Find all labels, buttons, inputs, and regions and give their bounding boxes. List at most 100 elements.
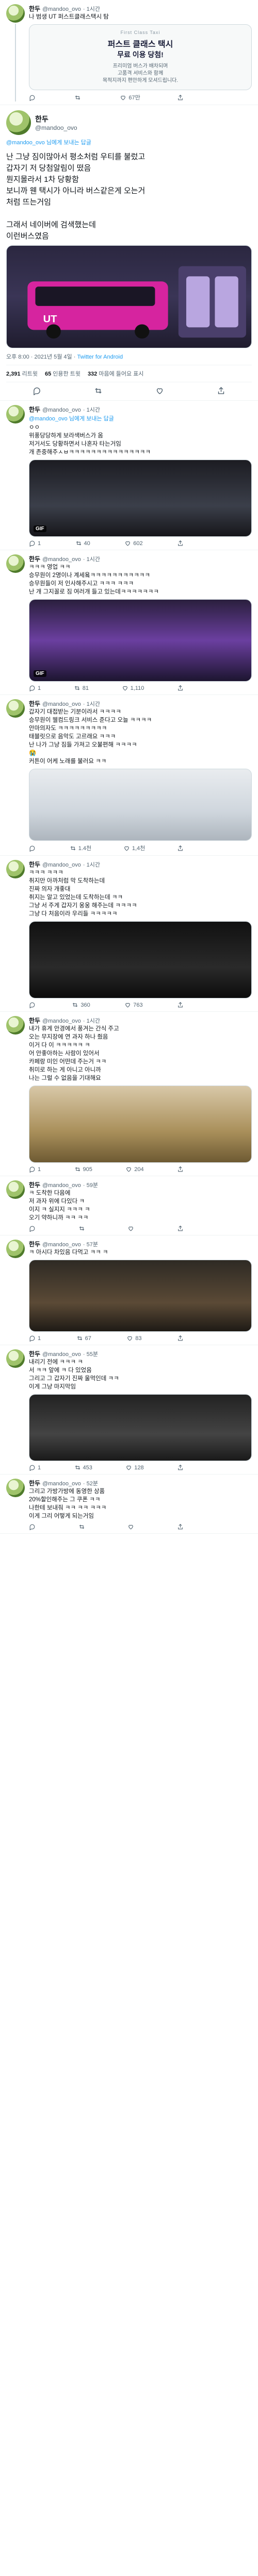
reply-to[interactable]: @mandoo_ovo 님에게 보내는 답글 bbox=[6, 138, 252, 146]
avatar[interactable] bbox=[6, 1180, 25, 1199]
handle[interactable]: @mandoo_ovo bbox=[42, 862, 81, 868]
handle[interactable]: @mandoo_ovo bbox=[42, 6, 81, 12]
reply-button[interactable]: 1 bbox=[29, 1166, 41, 1173]
reply-tweet[interactable]: 한두 @mandoo_ovo · 55분 내리기 전에 ㅋㅋㅋ ㅋ 서 ㅋㅋ 앞… bbox=[0, 1345, 258, 1475]
reply-tweet[interactable]: 한두 @mandoo_ovo · 1시간 ㅋㅋㅋ 영업 ㅋㅋ 승무원이 2명이나… bbox=[0, 550, 258, 695]
like-button[interactable]: 83 bbox=[126, 1335, 142, 1342]
share-button[interactable] bbox=[177, 1464, 184, 1471]
bus-photo[interactable]: UT bbox=[6, 245, 252, 348]
display-name[interactable]: 한두 bbox=[29, 1349, 40, 1358]
timestamp[interactable]: · 1시간 bbox=[83, 555, 100, 563]
like-button[interactable]: 602 bbox=[124, 540, 143, 547]
avatar[interactable] bbox=[6, 699, 25, 718]
handle[interactable]: @mandoo_ovo bbox=[42, 407, 81, 413]
handle[interactable]: @mandoo_ovo bbox=[42, 556, 81, 563]
quote-count[interactable]: 65 인용한 트윗 bbox=[45, 369, 80, 378]
retweet-button[interactable]: 40 bbox=[75, 540, 90, 547]
display-name[interactable]: 한두 bbox=[29, 699, 40, 708]
tweet-media[interactable] bbox=[29, 921, 252, 998]
avatar[interactable] bbox=[6, 554, 25, 573]
display-name[interactable]: 한두 bbox=[29, 860, 40, 869]
reply-tweet[interactable]: 한두 @mandoo_ovo · 1시간 내가 휴게 안경에서 풍겨는 간식 주… bbox=[0, 1012, 258, 1176]
display-name[interactable]: 한두 bbox=[29, 554, 40, 563]
reply-button[interactable]: 1 bbox=[29, 540, 41, 547]
timestamp[interactable]: · 1시간 bbox=[83, 860, 100, 869]
retweet-button[interactable]: 360 bbox=[72, 1002, 90, 1008]
promo-card[interactable]: First Class Taxi 퍼스트 클래스 택시 무료 이용 당첨! 프리… bbox=[29, 24, 252, 90]
avatar[interactable] bbox=[6, 1479, 25, 1497]
avatar[interactable] bbox=[6, 1240, 25, 1258]
reply-button[interactable]: 1 bbox=[29, 1464, 41, 1471]
avatar[interactable] bbox=[6, 4, 25, 23]
like-count[interactable]: 332 마음에 들어요 표시 bbox=[88, 369, 144, 378]
retweet-button[interactable] bbox=[74, 93, 83, 101]
timestamp[interactable]: · 55분 bbox=[83, 1350, 98, 1358]
client-link[interactable]: Twitter for Android bbox=[77, 354, 123, 360]
reply-button[interactable]: 1 bbox=[29, 1335, 41, 1342]
retweet-button[interactable]: 905 bbox=[74, 1166, 92, 1173]
share-button[interactable] bbox=[177, 844, 184, 852]
reply-icon[interactable] bbox=[33, 386, 41, 395]
avatar[interactable] bbox=[6, 1016, 25, 1035]
retweet-count[interactable]: 2,391 리트윗 bbox=[6, 369, 38, 378]
tweet-media[interactable] bbox=[29, 769, 252, 841]
display-name[interactable]: 한두 bbox=[29, 1479, 40, 1487]
timestamp[interactable]: · 59분 bbox=[83, 1181, 98, 1189]
retweet-button[interactable]: 453 bbox=[74, 1464, 92, 1471]
share-button[interactable] bbox=[177, 685, 184, 691]
timestamp[interactable]: · 1시간 bbox=[83, 1016, 100, 1025]
timestamp[interactable]: · 57분 bbox=[83, 1240, 98, 1248]
tweet-media[interactable] bbox=[29, 1086, 252, 1163]
display-name[interactable]: 한두 bbox=[35, 114, 77, 124]
share-button[interactable] bbox=[177, 1166, 184, 1173]
retweet-button[interactable]: 67 bbox=[76, 1335, 91, 1342]
like-button[interactable]: 1,4천 bbox=[123, 844, 145, 852]
avatar[interactable] bbox=[6, 110, 31, 135]
display-name[interactable]: 한두 bbox=[29, 405, 40, 414]
retweet-icon[interactable] bbox=[94, 386, 103, 395]
display-name[interactable]: 한두 bbox=[29, 1016, 40, 1025]
reply-tweet[interactable]: 한두 @mandoo_ovo · 52분 그리고 가방가방에 동영한 상품 20… bbox=[0, 1475, 258, 1534]
handle[interactable]: @mandoo_ovo bbox=[42, 1182, 81, 1189]
reply-button[interactable] bbox=[29, 1225, 38, 1232]
display-name[interactable]: 한두 bbox=[29, 1180, 40, 1189]
avatar[interactable] bbox=[6, 405, 25, 423]
handle[interactable]: @mandoo_ovo bbox=[42, 1351, 81, 1358]
reply-tweet[interactable]: 한두 @mandoo_ovo · 57분 ㅋ 아시다 차있음 다먹고 ㅋㅋ ㅋ … bbox=[0, 1235, 258, 1345]
like-button[interactable]: 1,110 bbox=[122, 685, 144, 691]
like-button[interactable] bbox=[127, 1523, 136, 1530]
tweet-media[interactable] bbox=[29, 1394, 252, 1461]
like-button[interactable]: 763 bbox=[124, 1002, 143, 1008]
like-button[interactable] bbox=[127, 1225, 136, 1232]
share-button[interactable] bbox=[177, 1335, 184, 1342]
reply-tweet[interactable]: 한두 @mandoo_ovo · 1시간 ㅋㅋㅋ ㅋㅋㅋ 취지만 아까처럼 막 … bbox=[0, 856, 258, 1012]
timestamp[interactable]: · 52분 bbox=[83, 1479, 98, 1487]
retweet-button[interactable]: 81 bbox=[74, 685, 89, 691]
reply-button[interactable]: 1 bbox=[29, 685, 41, 691]
like-button[interactable]: 204 bbox=[125, 1166, 144, 1173]
reply-tweet[interactable]: 한두 @mandoo_ovo · 59분 ㅋ 도착한 다음에 저 과자 위에 다… bbox=[0, 1176, 258, 1235]
avatar[interactable] bbox=[6, 1349, 25, 1368]
retweet-button[interactable]: 1.4천 bbox=[70, 844, 91, 852]
reply-to[interactable]: @mandoo_ovo 님에게 보내는 답글 bbox=[29, 414, 252, 422]
share-button[interactable] bbox=[177, 93, 184, 101]
heart-icon[interactable] bbox=[155, 386, 164, 395]
display-name[interactable]: 한두 bbox=[29, 4, 40, 13]
timestamp[interactable]: · 1시간 bbox=[83, 700, 100, 708]
reply-button[interactable] bbox=[29, 93, 38, 101]
handle[interactable]: @mandoo_ovo bbox=[42, 1018, 81, 1024]
timestamp[interactable]: · 1시간 bbox=[83, 405, 100, 414]
share-button[interactable] bbox=[177, 1225, 184, 1232]
display-name[interactable]: 한두 bbox=[29, 1240, 40, 1248]
reply-tweet[interactable]: 한두 @mandoo_ovo · 1시간 갑자기 대접받는 기분이라서 ㅋㅋㅋㅋ… bbox=[0, 695, 258, 856]
like-button[interactable]: 67만 bbox=[120, 93, 140, 101]
avatar[interactable] bbox=[6, 860, 25, 878]
retweet-button[interactable] bbox=[78, 1523, 87, 1530]
reply-button[interactable] bbox=[29, 1002, 38, 1008]
handle[interactable]: @mandoo_ovo bbox=[42, 1242, 81, 1248]
share-button[interactable] bbox=[177, 540, 184, 547]
share-button[interactable] bbox=[177, 1002, 184, 1008]
tweet-media[interactable] bbox=[29, 1260, 252, 1332]
reply-button[interactable] bbox=[29, 844, 38, 852]
share-icon[interactable] bbox=[217, 386, 225, 395]
